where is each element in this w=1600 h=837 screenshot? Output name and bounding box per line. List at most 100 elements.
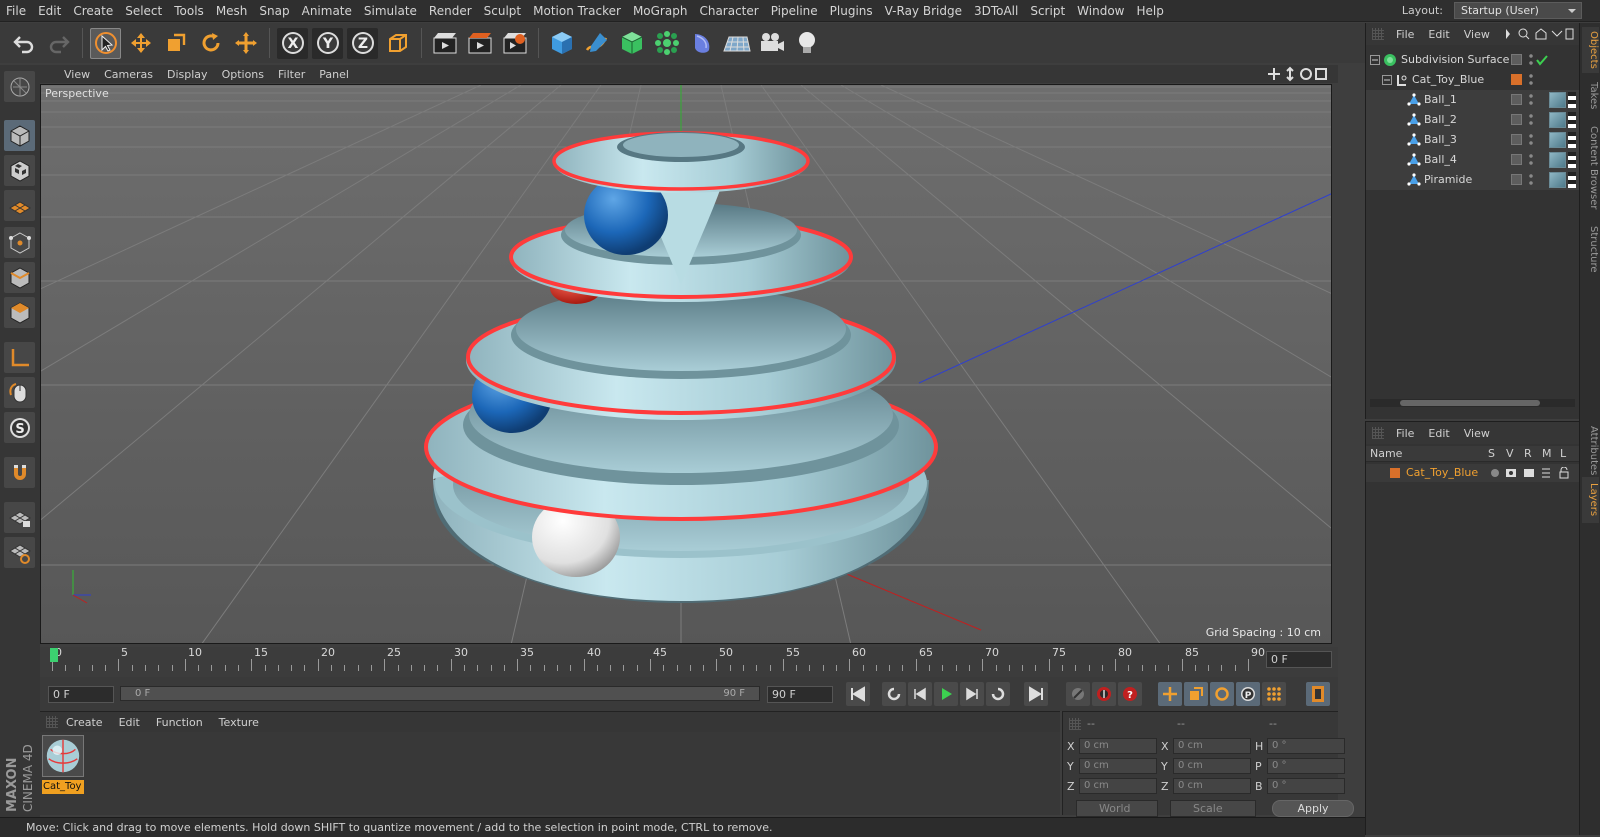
key-position-button[interactable]	[1158, 682, 1182, 706]
coordinate-space-dropdown[interactable]: World	[1076, 800, 1158, 817]
motion-path-button[interactable]	[1066, 682, 1090, 706]
menu-vray-bridge[interactable]: V-Ray Bridge	[879, 4, 968, 18]
render-settings-button[interactable]	[499, 28, 530, 59]
menu-script[interactable]: Script	[1024, 4, 1071, 18]
material-menu-edit[interactable]: Edit	[119, 716, 140, 729]
add-mograph-cloner-button[interactable]	[651, 28, 682, 59]
object-row[interactable]: Ball_2	[1366, 110, 1580, 130]
object-name[interactable]: Piramide	[1424, 173, 1472, 186]
menu-simulate[interactable]: Simulate	[358, 4, 423, 18]
menu-help[interactable]: Help	[1130, 4, 1169, 18]
texture-tag-icon[interactable]	[1549, 112, 1566, 128]
material-name-label[interactable]: Cat_Toy	[42, 780, 84, 794]
menu-mesh[interactable]: Mesh	[210, 4, 254, 18]
render-visibility-dots[interactable]	[1529, 154, 1533, 165]
start-frame-field[interactable]: 0 F	[48, 686, 114, 703]
rot-p-field[interactable]: 0 °	[1267, 758, 1345, 774]
texture-mode-button[interactable]	[4, 155, 35, 186]
object-row[interactable]: Ball_1	[1366, 90, 1580, 110]
menu-plugins[interactable]: Plugins	[824, 4, 879, 18]
menu-snap[interactable]: Snap	[253, 4, 295, 18]
workplane-mode-button[interactable]	[4, 190, 35, 221]
menu-character[interactable]: Character	[693, 4, 764, 18]
uvw-tag-icon[interactable]	[1568, 172, 1576, 188]
go-to-start-button[interactable]	[846, 682, 870, 706]
frame-ruler[interactable]: 0 5 10 15 20 25 30 35 40 45 50 55 60 65 70 75 80 85 90	[50, 646, 1282, 673]
frame-range-slider[interactable]: 0 F 90 F	[120, 686, 760, 701]
add-subdivision-button[interactable]	[616, 28, 647, 59]
x-axis-lock-button[interactable]: X	[277, 27, 308, 59]
add-cube-button[interactable]	[546, 28, 577, 59]
redo-button[interactable]	[43, 28, 74, 59]
layer-row[interactable]: Cat_Toy_Blue	[1366, 464, 1580, 482]
object-name[interactable]: Subdivision Surface	[1401, 53, 1509, 66]
next-key-button[interactable]	[986, 682, 1010, 706]
size-x-field[interactable]: 0 cm	[1173, 738, 1251, 754]
object-row[interactable]: Piramide	[1366, 170, 1580, 190]
object-row[interactable]: Cat_Toy_Blue	[1366, 70, 1580, 90]
material-menu-create[interactable]: Create	[66, 716, 103, 729]
tab-takes[interactable]: Takes	[1582, 79, 1599, 113]
render-visibility-dots[interactable]	[1529, 174, 1533, 185]
layer-color-swatch[interactable]	[1390, 468, 1400, 478]
edges-mode-button[interactable]	[4, 262, 35, 293]
size-mode-dropdown[interactable]: Scale	[1170, 800, 1256, 817]
z-axis-lock-button[interactable]: Z	[347, 27, 378, 59]
layer-header-name[interactable]: Name	[1370, 447, 1402, 460]
object-name[interactable]: Ball_3	[1424, 133, 1457, 146]
menu-motion-tracker[interactable]: Motion Tracker	[527, 4, 627, 18]
planar-workplane-button[interactable]	[4, 537, 35, 568]
layer-color-swatch[interactable]	[1511, 74, 1522, 85]
menu-create[interactable]: Create	[67, 4, 119, 18]
panel-grip-icon[interactable]	[1069, 718, 1081, 730]
object-row[interactable]: Ball_3	[1366, 130, 1580, 150]
layer-header-manager[interactable]: M	[1542, 447, 1552, 460]
current-frame-field[interactable]: 0 F	[1266, 651, 1332, 668]
tab-layers[interactable]: Layers	[1582, 477, 1599, 523]
menu-window[interactable]: Window	[1071, 4, 1130, 18]
render-visibility-dots[interactable]	[1529, 74, 1533, 85]
viewport-navigation-icons[interactable]	[1268, 66, 1328, 82]
viewport-menu-options[interactable]: Options	[222, 68, 264, 81]
viewport-menu-display[interactable]: Display	[167, 68, 208, 81]
move-tool-button[interactable]	[125, 28, 156, 59]
size-z-field[interactable]: 0 cm	[1173, 778, 1251, 794]
layers-menu-view[interactable]: View	[1464, 427, 1490, 440]
coordinate-system-button[interactable]	[382, 28, 413, 59]
menu-3dtoall[interactable]: 3DToAll	[968, 4, 1024, 18]
tab-objects[interactable]: Objects	[1582, 27, 1599, 73]
axis-mode-button[interactable]	[4, 342, 35, 373]
points-mode-button[interactable]	[4, 227, 35, 258]
uvw-tag-icon[interactable]	[1568, 152, 1576, 168]
end-frame-field[interactable]: 90 F	[767, 686, 833, 703]
render-visibility-dots[interactable]	[1529, 114, 1533, 125]
pos-z-field[interactable]: 0 cm	[1079, 778, 1157, 794]
play-forward-button[interactable]	[934, 682, 958, 706]
apply-button[interactable]: Apply	[1272, 800, 1354, 817]
layer-header-locked[interactable]: L	[1560, 447, 1566, 460]
pos-x-field[interactable]: 0 cm	[1079, 738, 1157, 754]
object-name[interactable]: Ball_1	[1424, 93, 1457, 106]
visibility-toggle[interactable]	[1511, 54, 1522, 65]
perspective-viewport[interactable]: Perspective Grid Spacing : 10 cm	[40, 84, 1332, 644]
add-pen-spline-button[interactable]	[581, 28, 612, 59]
menu-select[interactable]: Select	[119, 4, 168, 18]
menu-sculpt[interactable]: Sculpt	[478, 4, 527, 18]
rot-h-field[interactable]: 0 °	[1267, 738, 1345, 754]
timeline-window-button[interactable]	[1306, 682, 1330, 706]
visibility-toggle[interactable]	[1511, 94, 1522, 105]
texture-tag-icon[interactable]	[1549, 152, 1566, 168]
objects-menu-view[interactable]: View	[1464, 28, 1490, 41]
tab-attributes[interactable]: Attributes	[1582, 421, 1599, 481]
panel-grip-icon[interactable]	[1372, 28, 1384, 40]
texture-tag-icon[interactable]	[1549, 172, 1566, 188]
visibility-toggle[interactable]	[1511, 114, 1522, 125]
snap-button[interactable]: S	[4, 412, 35, 443]
tab-content-browser[interactable]: Content Browser	[1582, 121, 1599, 215]
menu-mograph[interactable]: MoGraph	[627, 4, 694, 18]
uvw-tag-icon[interactable]	[1568, 132, 1576, 148]
render-visibility-dots[interactable]	[1529, 94, 1533, 105]
object-name[interactable]: Ball_2	[1424, 113, 1457, 126]
add-deformer-button[interactable]	[686, 28, 717, 59]
layer-header-visible[interactable]: V	[1506, 447, 1514, 460]
